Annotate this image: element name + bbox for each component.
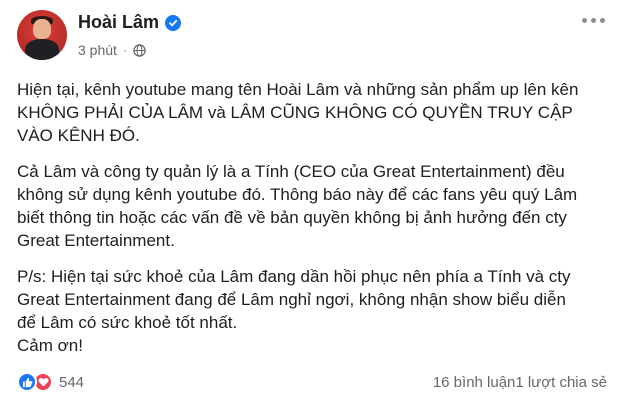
post-paragraph: Hiện tại, kênh youtube mang tên Hoài Lâm…: [17, 80, 579, 145]
author-name[interactable]: Hoài Lâm: [78, 12, 159, 33]
post-timestamp[interactable]: 3 phút: [78, 42, 117, 58]
post-body: Hiện tại, kênh youtube mang tên Hoài Lâm…: [17, 78, 609, 370]
reactions-summary[interactable]: 544: [17, 372, 84, 392]
engagement-stats: 16 bình luận 1 lượt chia sẻ: [433, 374, 607, 391]
post-paragraph: P/s: Hiện tại sức khoẻ của Lâm đang dần …: [17, 267, 571, 355]
like-reaction-icon: [17, 372, 37, 392]
verified-badge-icon: [165, 14, 182, 31]
more-options-icon[interactable]: [582, 18, 605, 23]
post-paragraph: Cả Lâm và công ty quản lý là a Tính (CEO…: [17, 162, 578, 250]
post-footer: 544 16 bình luận 1 lượt chia sẻ: [17, 372, 609, 396]
meta-separator: ·: [122, 43, 127, 57]
post-meta: 3 phút ·: [78, 42, 146, 58]
author-line: Hoài Lâm: [78, 12, 182, 33]
avatar[interactable]: [17, 10, 67, 60]
reaction-count: 544: [59, 373, 85, 391]
globe-icon[interactable]: [133, 43, 146, 57]
comments-count-link[interactable]: 16 bình luận: [433, 374, 516, 391]
post-header: Hoài Lâm 3 phút ·: [17, 10, 607, 62]
shares-count-link[interactable]: 1 lượt chia sẻ: [515, 374, 607, 391]
